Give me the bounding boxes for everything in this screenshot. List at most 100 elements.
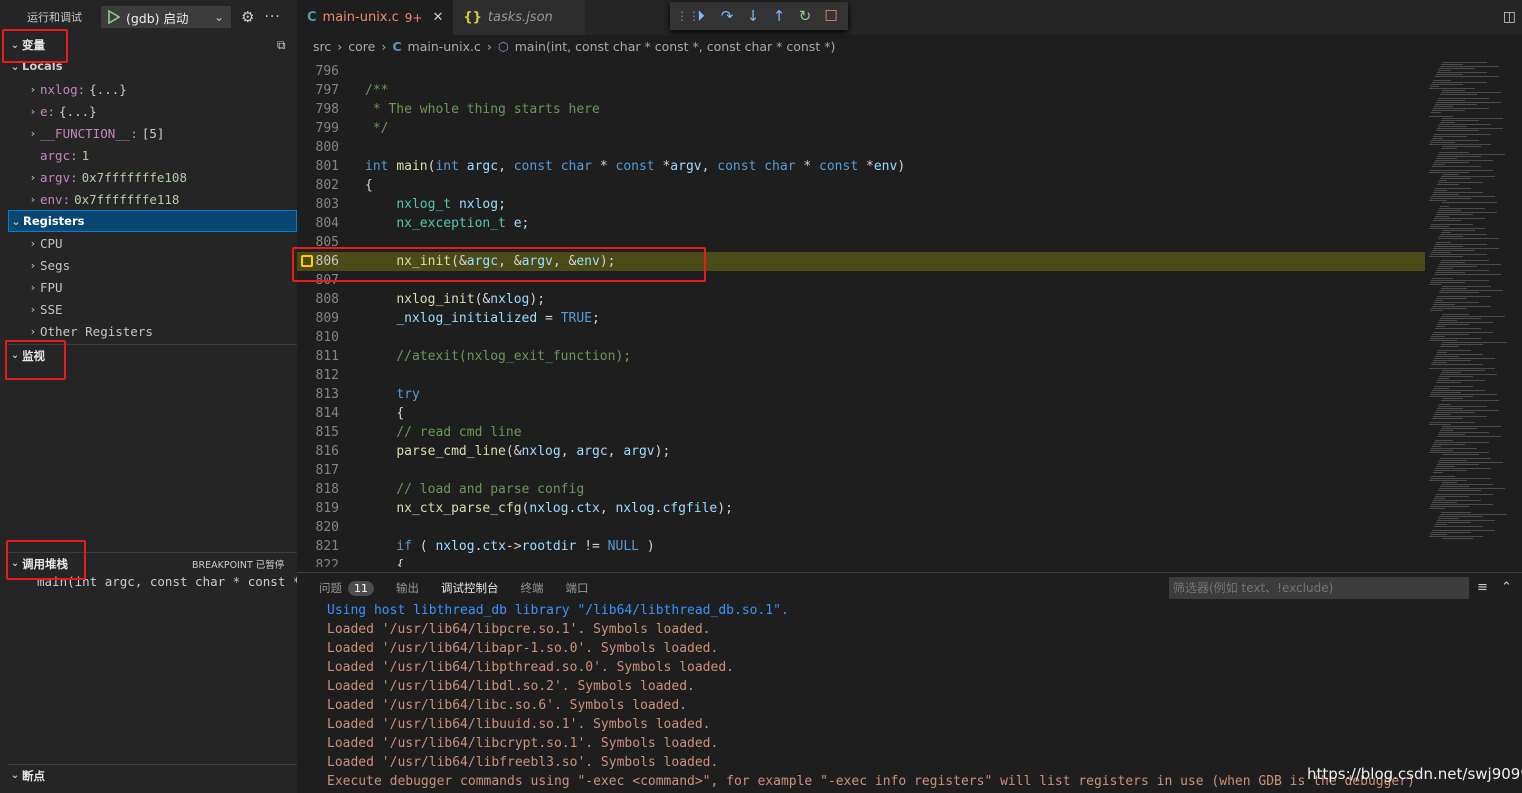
annotation-box-current-line xyxy=(292,247,706,282)
code-line[interactable]: 812 xyxy=(297,366,1425,385)
launch-config-select[interactable]: (gdb) 启动 ⌄ xyxy=(101,6,231,28)
minimap-line xyxy=(1429,396,1473,397)
minimap-line xyxy=(1431,532,1471,533)
minimap-line xyxy=(1432,194,1459,195)
debug-console-output[interactable]: Using host libthread_db library "/lib64/… xyxy=(327,601,1517,791)
breadcrumb-item[interactable]: core xyxy=(348,39,375,54)
tab-tasks-json[interactable]: {} tasks.json xyxy=(453,0,586,35)
split-editor-icon[interactable]: ◫ xyxy=(1503,9,1516,25)
breakpoints-section-header[interactable]: ⌄ 断点 xyxy=(8,764,297,786)
minimap-line xyxy=(1433,500,1481,501)
minimap-line xyxy=(1436,298,1467,299)
collapse-all-icon[interactable]: ⧉ xyxy=(277,38,286,53)
code-line[interactable]: 798 * The whole thing starts here xyxy=(297,100,1425,119)
minimap-line xyxy=(1432,334,1469,335)
minimap-line xyxy=(1433,444,1465,445)
minimap-line xyxy=(1432,390,1485,391)
tab-ports[interactable]: 端口 xyxy=(566,580,589,596)
tab-terminal[interactable]: 终端 xyxy=(521,580,544,596)
code-line[interactable]: 811 //atexit(nxlog_exit_function); xyxy=(297,347,1425,366)
tab-main-unix-c[interactable]: C main-unix.c 9+ ✕ xyxy=(297,0,454,35)
breadcrumb-item[interactable]: main-unix.c xyxy=(408,39,481,54)
code-line[interactable]: 808 nxlog_init(&nxlog); xyxy=(297,290,1425,309)
variable-row[interactable]: › __FUNCTION__: [5] xyxy=(8,122,297,144)
line-number: 814 xyxy=(315,406,339,421)
code-line[interactable]: 796 xyxy=(297,62,1425,81)
minimap-line xyxy=(1433,360,1471,361)
minimap-line xyxy=(1442,202,1497,203)
minimap-line xyxy=(1439,236,1463,237)
minimap-line xyxy=(1440,94,1477,95)
code-line[interactable]: 810 xyxy=(297,328,1425,347)
minimap-line xyxy=(1429,424,1451,425)
minimap[interactable] xyxy=(1425,56,1522,567)
variable-row[interactable]: › env: 0x7fffffffe118 xyxy=(8,188,297,210)
step-over-icon[interactable]: ↷ xyxy=(718,7,736,25)
minimap-line xyxy=(1442,426,1501,427)
tab-output[interactable]: 输出 xyxy=(396,580,419,596)
code-line[interactable]: 821 if ( nxlog.ctx->rootdir != NULL ) xyxy=(297,537,1425,556)
restart-icon[interactable]: ↻ xyxy=(796,7,814,25)
variable-row[interactable]: › argv: 0x7fffffffe108 xyxy=(8,166,297,188)
minimap-line xyxy=(1437,156,1481,157)
code-line[interactable]: 804 nx_exception_t e; xyxy=(297,214,1425,233)
tab-label: main-unix.c xyxy=(322,10,399,25)
minimap-line xyxy=(1440,374,1497,375)
clear-console-icon[interactable]: ≡ xyxy=(1477,580,1488,595)
register-group[interactable]: › CPU xyxy=(8,232,297,254)
code-line[interactable]: 797 /** xyxy=(297,81,1425,100)
gear-icon[interactable]: ⚙ xyxy=(241,8,254,26)
code-line[interactable]: 817 xyxy=(297,461,1425,480)
minimap-line xyxy=(1435,440,1453,441)
tab-debug-console[interactable]: 调试控制台 xyxy=(441,580,499,596)
console-filter-input[interactable] xyxy=(1169,577,1469,599)
line-number: 804 xyxy=(315,216,339,231)
register-group[interactable]: › Segs xyxy=(8,254,297,276)
code-line[interactable]: 816 parse_cmd_line(&nxlog, argc, argv); xyxy=(297,442,1425,461)
step-into-icon[interactable]: ↓ xyxy=(744,7,762,25)
code-line[interactable]: 814 { xyxy=(297,404,1425,423)
drag-handle-icon[interactable]: ⋮⋮ xyxy=(676,9,700,23)
code-line[interactable]: 819 nx_ctx_parse_cfg(nxlog.ctx, nxlog.cf… xyxy=(297,499,1425,518)
line-text: //atexit(nxlog_exit_function); xyxy=(365,349,632,364)
close-icon[interactable]: ✕ xyxy=(433,10,444,25)
minimap-line xyxy=(1432,138,1443,139)
tab-problems[interactable]: 问题 11 xyxy=(319,580,374,596)
code-line[interactable]: 809 _nxlog_initialized = TRUE; xyxy=(297,309,1425,328)
breadcrumb-item[interactable]: src xyxy=(313,39,331,54)
code-line[interactable]: 820 xyxy=(297,518,1425,537)
step-out-icon[interactable]: ↑ xyxy=(770,7,788,25)
minimap-line xyxy=(1438,490,1481,491)
code-line[interactable]: 815 // read cmd line xyxy=(297,423,1425,442)
stop-icon[interactable]: ☐ xyxy=(822,7,840,25)
continue-icon[interactable]: ⏵ xyxy=(692,7,710,25)
minimap-line xyxy=(1438,378,1449,379)
variable-row[interactable]: › e: {...} xyxy=(8,100,297,122)
register-group[interactable]: › FPU xyxy=(8,276,297,298)
minimap-line xyxy=(1434,190,1447,191)
code-line[interactable]: 813 try xyxy=(297,385,1425,404)
code-line[interactable]: 803 nxlog_t nxlog; xyxy=(297,195,1425,214)
more-actions-icon[interactable]: ··· xyxy=(264,9,280,25)
line-number: 803 xyxy=(315,197,339,212)
register-group[interactable]: › Other Registers xyxy=(8,320,297,342)
variable-row[interactable]: › nxlog: {...} xyxy=(8,78,297,100)
code-line[interactable]: 802 { xyxy=(297,176,1425,195)
minimap-line xyxy=(1437,212,1497,213)
code-line[interactable]: 799 */ xyxy=(297,119,1425,138)
code-line[interactable]: 801 int main(int argc, const char * const… xyxy=(297,157,1425,176)
register-group[interactable]: › SSE xyxy=(8,298,297,320)
chevron-up-icon[interactable]: ⌃ xyxy=(1501,580,1512,595)
breadcrumb-item[interactable]: main(int, const char * const *, const ch… xyxy=(515,39,836,54)
console-line: Loaded '/usr/lib64/libpthread.so.0'. Sym… xyxy=(327,660,734,675)
registers-scope[interactable]: ⌄ Registers xyxy=(8,210,297,232)
code-line[interactable]: 800 xyxy=(297,138,1425,157)
code-line[interactable]: 822 { xyxy=(297,556,1425,567)
line-text: // read cmd line xyxy=(365,425,522,440)
code-line[interactable]: 818 // load and parse config xyxy=(297,480,1425,499)
variable-row[interactable]: argc: 1 xyxy=(8,144,297,166)
start-debugging-icon[interactable] xyxy=(108,9,121,25)
code-view[interactable]: 796 797 /** 798 * The whole thing starts he… xyxy=(297,62,1425,567)
tab-label: tasks.json xyxy=(487,10,553,25)
minimap-line xyxy=(1432,82,1487,83)
